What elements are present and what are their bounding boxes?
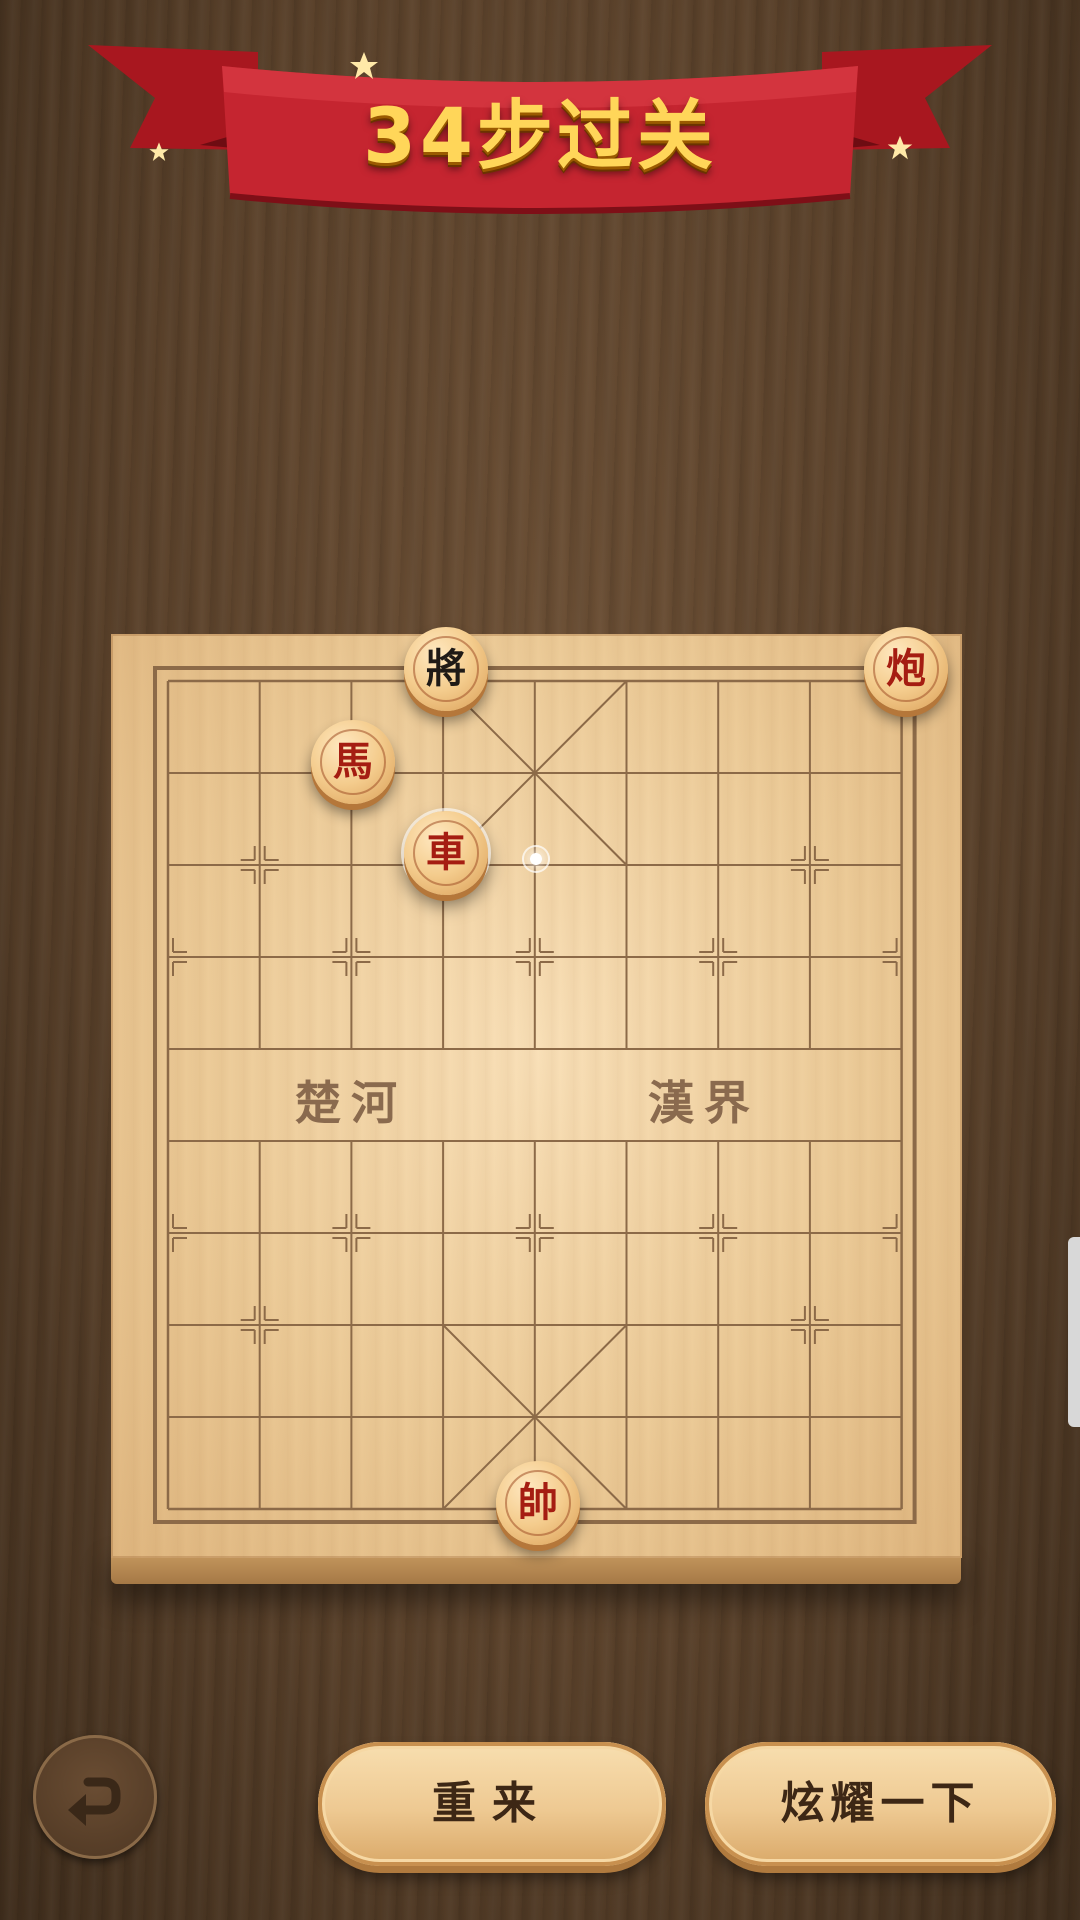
title-banner: 34步过关 bbox=[0, 0, 1080, 240]
river-label-han: 漢界 bbox=[648, 1076, 760, 1130]
piece-glyph: 馬 bbox=[333, 738, 373, 785]
xiangqi-board[interactable] bbox=[111, 634, 962, 1558]
star-icon bbox=[149, 142, 169, 161]
board-grid bbox=[153, 666, 917, 1524]
star-icon bbox=[350, 52, 378, 79]
piece-red-chariot[interactable]: 車 bbox=[404, 811, 488, 895]
piece-red-horse[interactable]: 馬 bbox=[311, 720, 395, 804]
piece-red-general[interactable]: 帥 bbox=[496, 1461, 580, 1545]
back-button[interactable] bbox=[33, 1735, 157, 1859]
piece-red-cannon[interactable]: 炮 bbox=[864, 627, 948, 711]
return-arrow-icon bbox=[68, 1777, 121, 1826]
river-label-chu: 楚河 bbox=[295, 1076, 407, 1130]
piece-black-general[interactable]: 將 bbox=[404, 627, 488, 711]
piece-glyph: 車 bbox=[426, 829, 466, 876]
retry-button[interactable]: 重来 bbox=[318, 1742, 666, 1866]
move-target-dot[interactable] bbox=[522, 845, 550, 873]
edge-handle[interactable] bbox=[1068, 1237, 1080, 1427]
piece-glyph: 將 bbox=[426, 645, 466, 692]
star-icon bbox=[887, 135, 913, 160]
piece-glyph: 帥 bbox=[518, 1479, 558, 1526]
show-off-button[interactable]: 炫耀一下 bbox=[705, 1742, 1056, 1866]
piece-glyph: 炮 bbox=[886, 645, 926, 692]
